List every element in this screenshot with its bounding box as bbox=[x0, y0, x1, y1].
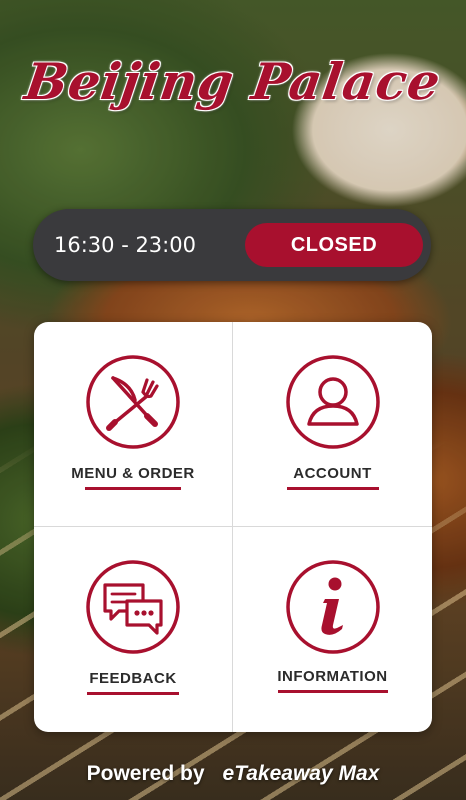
powered-by-footer: Powered by eTakeaway Max bbox=[0, 762, 466, 796]
opening-hours-text: 16:30 - 23:00 bbox=[54, 233, 196, 257]
menu-order-button[interactable]: MENU & ORDER bbox=[34, 322, 233, 527]
powered-by-text: Powered by bbox=[86, 762, 205, 785]
label-underline bbox=[277, 690, 388, 693]
label-underline bbox=[85, 487, 181, 490]
menu-order-label: MENU & ORDER bbox=[71, 465, 195, 482]
feedback-button[interactable]: FEEDBACK bbox=[34, 527, 233, 732]
account-button[interactable]: ACCOUNT bbox=[233, 322, 432, 527]
main-menu-grid: MENU & ORDER ACCOUNT FEEDBACK INFORMATIO… bbox=[34, 322, 432, 732]
opening-hours-bar: 16:30 - 23:00 CLOSED bbox=[33, 209, 431, 281]
restaurant-logo-title: Beijing Palace bbox=[21, 52, 445, 111]
label-underline bbox=[286, 487, 379, 490]
label-underline bbox=[87, 692, 179, 695]
brand-link[interactable]: eTakeaway Max bbox=[223, 762, 380, 785]
info-icon bbox=[285, 560, 380, 654]
user-icon bbox=[285, 355, 380, 449]
feedback-label: FEEDBACK bbox=[89, 670, 177, 687]
information-label: INFORMATION bbox=[277, 668, 388, 685]
knife-fork-icon bbox=[86, 355, 180, 449]
information-button[interactable]: INFORMATION bbox=[233, 527, 432, 732]
status-badge[interactable]: CLOSED bbox=[245, 223, 423, 267]
chat-bubbles-icon bbox=[86, 560, 180, 654]
account-label: ACCOUNT bbox=[293, 465, 372, 482]
